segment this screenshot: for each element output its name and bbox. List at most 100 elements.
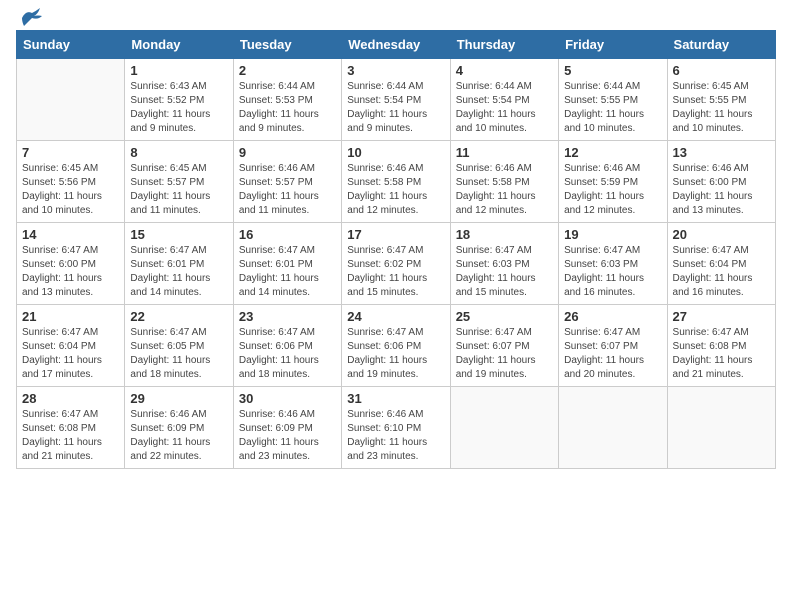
calendar-day-cell: 20 Sunrise: 6:47 AM Sunset: 6:04 PM Dayli… <box>667 223 775 305</box>
day-info: Sunrise: 6:46 AM Sunset: 6:00 PM Dayligh… <box>673 162 770 218</box>
day-number: 30 <box>239 391 336 406</box>
calendar-day-cell: 10 Sunrise: 6:46 AM Sunset: 5:58 PM Dayli… <box>342 141 450 223</box>
day-info: Sunrise: 6:47 AM Sunset: 6:01 PM Dayligh… <box>130 244 227 300</box>
day-header-sunday: Sunday <box>17 31 125 59</box>
calendar-day-cell: 2 Sunrise: 6:44 AM Sunset: 5:53 PM Daylig… <box>233 59 341 141</box>
day-header-friday: Friday <box>559 31 667 59</box>
day-number: 5 <box>564 63 661 78</box>
day-info: Sunrise: 6:47 AM Sunset: 6:05 PM Dayligh… <box>130 326 227 382</box>
day-info: Sunrise: 6:47 AM Sunset: 6:03 PM Dayligh… <box>456 244 553 300</box>
calendar-day-cell: 15 Sunrise: 6:47 AM Sunset: 6:01 PM Dayli… <box>125 223 233 305</box>
calendar-day-cell: 4 Sunrise: 6:44 AM Sunset: 5:54 PM Daylig… <box>450 59 558 141</box>
calendar-day-cell: 25 Sunrise: 6:47 AM Sunset: 6:07 PM Dayli… <box>450 305 558 387</box>
calendar-day-cell: 8Sunrise: 6:45 AM Sunset: 5:57 PM Daylig… <box>125 141 233 223</box>
day-number: 14 <box>22 227 119 242</box>
calendar-day-cell: 18Sunrise: 6:47 AM Sunset: 6:03 PM Dayli… <box>450 223 558 305</box>
day-info: Sunrise: 6:47 AM Sunset: 6:06 PM Dayligh… <box>239 326 336 382</box>
day-number: 11 <box>456 145 553 160</box>
day-info: Sunrise: 6:47 AM Sunset: 6:03 PM Dayligh… <box>564 244 661 300</box>
logo-bird-icon <box>20 8 44 26</box>
calendar-day-cell <box>667 387 775 469</box>
day-info: Sunrise: 6:44 AM Sunset: 5:55 PM Dayligh… <box>564 80 661 136</box>
day-number: 20 <box>673 227 770 242</box>
day-info: Sunrise: 6:45 AM Sunset: 5:57 PM Dayligh… <box>130 162 227 218</box>
day-info: Sunrise: 6:44 AM Sunset: 5:53 PM Dayligh… <box>239 80 336 136</box>
day-number: 26 <box>564 309 661 324</box>
day-info: Sunrise: 6:43 AM Sunset: 5:52 PM Dayligh… <box>130 80 227 136</box>
calendar-day-cell <box>559 387 667 469</box>
calendar-day-cell: 12Sunrise: 6:46 AM Sunset: 5:59 PM Dayli… <box>559 141 667 223</box>
day-number: 23 <box>239 309 336 324</box>
day-header-wednesday: Wednesday <box>342 31 450 59</box>
day-info: Sunrise: 6:47 AM Sunset: 6:08 PM Dayligh… <box>22 408 119 464</box>
day-info: Sunrise: 6:47 AM Sunset: 6:02 PM Dayligh… <box>347 244 444 300</box>
calendar-day-cell: 19Sunrise: 6:47 AM Sunset: 6:03 PM Dayli… <box>559 223 667 305</box>
day-info: Sunrise: 6:46 AM Sunset: 5:57 PM Dayligh… <box>239 162 336 218</box>
day-number: 9 <box>239 145 336 160</box>
day-info: Sunrise: 6:46 AM Sunset: 5:58 PM Dayligh… <box>456 162 553 218</box>
day-number: 15 <box>130 227 227 242</box>
day-number: 16 <box>239 227 336 242</box>
calendar-day-cell: 11 Sunrise: 6:46 AM Sunset: 5:58 PM Dayli… <box>450 141 558 223</box>
calendar-table: SundayMondayTuesdayWednesdayThursdayFrid… <box>16 30 776 469</box>
day-number: 13 <box>673 145 770 160</box>
day-info: Sunrise: 6:47 AM Sunset: 6:08 PM Dayligh… <box>673 326 770 382</box>
calendar-week-row: 1 Sunrise: 6:43 AM Sunset: 5:52 PM Daylig… <box>17 59 776 141</box>
day-number: 6 <box>673 63 770 78</box>
calendar-day-cell: 7 Sunrise: 6:45 AM Sunset: 5:56 PM Daylig… <box>17 141 125 223</box>
calendar-week-row: 7 Sunrise: 6:45 AM Sunset: 5:56 PM Daylig… <box>17 141 776 223</box>
day-info: Sunrise: 6:46 AM Sunset: 5:58 PM Dayligh… <box>347 162 444 218</box>
day-number: 7 <box>22 145 119 160</box>
day-number: 3 <box>347 63 444 78</box>
day-header-tuesday: Tuesday <box>233 31 341 59</box>
calendar-week-row: 14 Sunrise: 6:47 AM Sunset: 6:00 PM Dayli… <box>17 223 776 305</box>
day-info: Sunrise: 6:47 AM Sunset: 6:01 PM Dayligh… <box>239 244 336 300</box>
day-info: Sunrise: 6:47 AM Sunset: 6:04 PM Dayligh… <box>22 326 119 382</box>
day-info: Sunrise: 6:45 AM Sunset: 5:55 PM Dayligh… <box>673 80 770 136</box>
calendar-week-row: 28 Sunrise: 6:47 AM Sunset: 6:08 PM Dayli… <box>17 387 776 469</box>
day-header-monday: Monday <box>125 31 233 59</box>
day-number: 22 <box>130 309 227 324</box>
day-info: Sunrise: 6:46 AM Sunset: 6:10 PM Dayligh… <box>347 408 444 464</box>
calendar-day-cell: 6 Sunrise: 6:45 AM Sunset: 5:55 PM Daylig… <box>667 59 775 141</box>
day-info: Sunrise: 6:45 AM Sunset: 5:56 PM Dayligh… <box>22 162 119 218</box>
calendar-day-cell: 27 Sunrise: 6:47 AM Sunset: 6:08 PM Dayli… <box>667 305 775 387</box>
day-number: 24 <box>347 309 444 324</box>
calendar-day-cell: 17 Sunrise: 6:47 AM Sunset: 6:02 PM Dayli… <box>342 223 450 305</box>
day-number: 12 <box>564 145 661 160</box>
day-info: Sunrise: 6:44 AM Sunset: 5:54 PM Dayligh… <box>347 80 444 136</box>
day-info: Sunrise: 6:47 AM Sunset: 6:06 PM Dayligh… <box>347 326 444 382</box>
day-info: Sunrise: 6:47 AM Sunset: 6:00 PM Dayligh… <box>22 244 119 300</box>
day-info: Sunrise: 6:47 AM Sunset: 6:04 PM Dayligh… <box>673 244 770 300</box>
calendar-week-row: 21 Sunrise: 6:47 AM Sunset: 6:04 PM Dayli… <box>17 305 776 387</box>
day-number: 2 <box>239 63 336 78</box>
calendar-day-cell: 29 Sunrise: 6:46 AM Sunset: 6:09 PM Dayli… <box>125 387 233 469</box>
day-header-thursday: Thursday <box>450 31 558 59</box>
day-number: 21 <box>22 309 119 324</box>
calendar-day-cell: 5 Sunrise: 6:44 AM Sunset: 5:55 PM Daylig… <box>559 59 667 141</box>
day-number: 28 <box>22 391 119 406</box>
calendar-day-cell: 14 Sunrise: 6:47 AM Sunset: 6:00 PM Dayli… <box>17 223 125 305</box>
day-number: 1 <box>130 63 227 78</box>
day-info: Sunrise: 6:46 AM Sunset: 6:09 PM Dayligh… <box>130 408 227 464</box>
calendar-day-cell: 26 Sunrise: 6:47 AM Sunset: 6:07 PM Dayli… <box>559 305 667 387</box>
day-number: 17 <box>347 227 444 242</box>
day-info: Sunrise: 6:46 AM Sunset: 6:09 PM Dayligh… <box>239 408 336 464</box>
day-info: Sunrise: 6:44 AM Sunset: 5:54 PM Dayligh… <box>456 80 553 136</box>
calendar-day-cell: 31 Sunrise: 6:46 AM Sunset: 6:10 PM Dayli… <box>342 387 450 469</box>
calendar-day-cell: 3 Sunrise: 6:44 AM Sunset: 5:54 PM Daylig… <box>342 59 450 141</box>
day-number: 29 <box>130 391 227 406</box>
day-number: 31 <box>347 391 444 406</box>
day-number: 25 <box>456 309 553 324</box>
day-info: Sunrise: 6:47 AM Sunset: 6:07 PM Dayligh… <box>456 326 553 382</box>
day-info: Sunrise: 6:47 AM Sunset: 6:07 PM Dayligh… <box>564 326 661 382</box>
calendar-day-cell: 30 Sunrise: 6:46 AM Sunset: 6:09 PM Dayli… <box>233 387 341 469</box>
day-number: 4 <box>456 63 553 78</box>
page-header <box>16 16 776 20</box>
day-header-saturday: Saturday <box>667 31 775 59</box>
calendar-day-cell: 24 Sunrise: 6:47 AM Sunset: 6:06 PM Dayli… <box>342 305 450 387</box>
calendar-day-cell: 22 Sunrise: 6:47 AM Sunset: 6:05 PM Dayli… <box>125 305 233 387</box>
day-number: 27 <box>673 309 770 324</box>
calendar-day-cell: 1 Sunrise: 6:43 AM Sunset: 5:52 PM Daylig… <box>125 59 233 141</box>
day-number: 10 <box>347 145 444 160</box>
